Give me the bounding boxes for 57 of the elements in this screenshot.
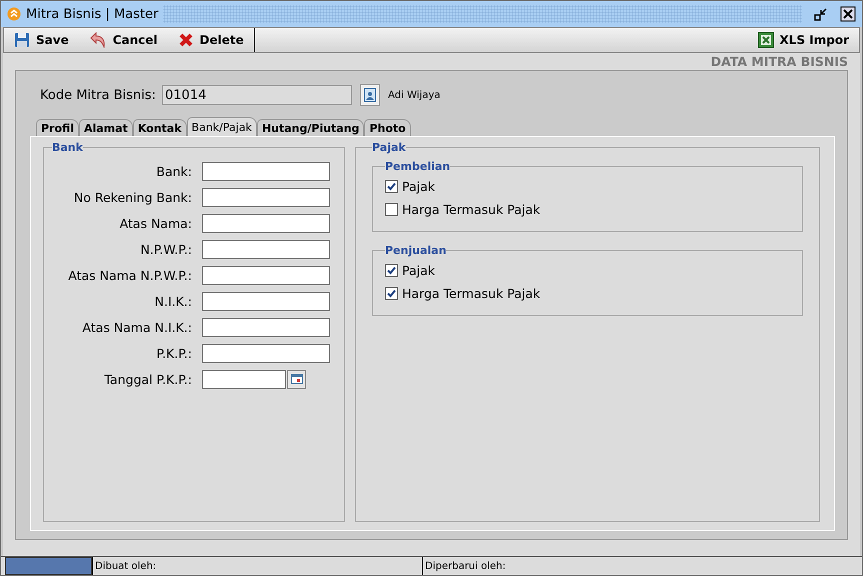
calendar-icon	[290, 374, 302, 384]
tab[interactable]: Kontak	[132, 119, 187, 136]
lookup-button[interactable]	[360, 84, 380, 106]
section-heading: DATA MITRA BISNIS	[710, 53, 848, 70]
field-label: P.K.P.:	[155, 346, 193, 360]
field-label: N.I.K.:	[154, 294, 193, 308]
delete-button[interactable]: Delete	[168, 28, 254, 52]
group-title: Pembelian	[385, 160, 450, 173]
text-input-field[interactable]	[202, 214, 330, 232]
group-title: Bank	[52, 141, 83, 154]
text-input-field[interactable]	[202, 266, 330, 284]
calendar-button[interactable]	[287, 370, 306, 388]
text-input-field[interactable]	[202, 292, 330, 310]
field-label: Atas Nama N.I.K.:	[81, 320, 193, 334]
group-title: Pajak	[372, 141, 406, 154]
checkbox[interactable]	[385, 203, 398, 216]
tab[interactable]: Alamat	[78, 119, 133, 136]
field-label: Tanggal P.K.P.:	[103, 372, 193, 386]
text-input-field[interactable]	[202, 188, 330, 206]
save-button[interactable]: Save	[4, 28, 79, 52]
cancel-button[interactable]: Cancel	[78, 28, 168, 52]
date-input-field[interactable]	[202, 370, 286, 388]
x-mark-icon	[178, 32, 194, 48]
field-label: No Rekening Bank:	[72, 190, 193, 204]
partner-name: Adi Wijaya	[388, 90, 440, 100]
field-label: Bank:	[155, 164, 193, 178]
tab[interactable]: Photo	[364, 119, 411, 136]
spreadsheet-icon	[758, 32, 774, 48]
field-label: Atas Nama:	[118, 216, 193, 230]
undo-arrow-icon	[88, 32, 107, 48]
text-input-field[interactable]	[202, 162, 330, 180]
field-label: Atas Nama N.P.W.P.:	[67, 268, 193, 282]
xls-import-button[interactable]: XLS Impor	[748, 28, 859, 52]
checkbox-label: Pajak	[402, 179, 436, 194]
text-input-field[interactable]	[202, 318, 330, 336]
checkbox[interactable]	[385, 180, 398, 193]
app-logo-icon	[7, 7, 21, 21]
window-title: Mitra Bisnis | Master	[26, 6, 158, 22]
tab[interactable]: Profil	[36, 119, 79, 136]
tab[interactable]: Hutang/Piutang	[256, 119, 364, 136]
created-by-label: Dibuat oleh:	[92, 557, 422, 575]
text-input-field[interactable]	[202, 240, 330, 258]
checkbox-label: Pajak	[402, 263, 436, 278]
restore-icon[interactable]	[813, 6, 829, 22]
checkbox-label: Harga Termasuk Pajak	[402, 286, 540, 301]
close-icon[interactable]	[840, 6, 856, 22]
field-label: Kode Mitra Bisnis:	[40, 88, 154, 102]
tab[interactable]: Bank/Pajak	[186, 117, 257, 136]
group-title: Penjualan	[385, 244, 446, 257]
field-label: N.P.W.P.:	[139, 242, 193, 256]
checkbox[interactable]	[385, 264, 398, 277]
updated-by-label: Diperbarui oleh:	[422, 557, 862, 575]
code-input-field[interactable]: 01014	[162, 85, 352, 105]
checkbox-label: Harga Termasuk Pajak	[402, 202, 540, 217]
text-input-field[interactable]	[202, 344, 330, 362]
contact-card-icon	[364, 88, 376, 102]
checkbox[interactable]	[385, 287, 398, 300]
